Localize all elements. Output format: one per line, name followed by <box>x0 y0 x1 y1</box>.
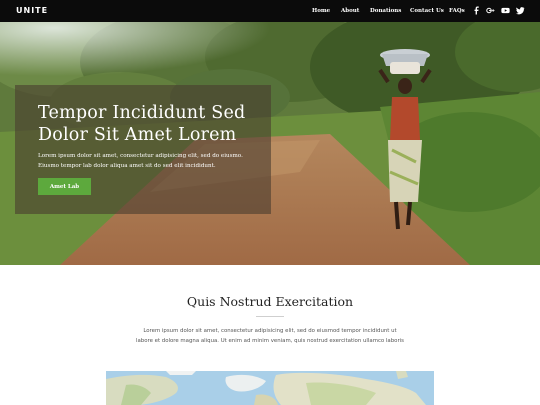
world-map[interactable] <box>106 371 434 405</box>
hero-description-line-2: Eiusmo tempor lab dolor aliqua amet sit … <box>38 163 216 169</box>
hero-title-line-1: Tempor Incididunt Sed <box>38 103 246 123</box>
section-description-line-1: Lorem ipsum dolor sit amet, consectetur … <box>143 328 397 334</box>
section-description-line-2: labore et dolore magna aliqua. Ut enim a… <box>136 338 404 344</box>
hero-cta-button[interactable]: Amet Lab <box>38 178 91 195</box>
brand-logo[interactable]: UNITE <box>16 6 48 15</box>
hero-description-line-1: Lorem ipsum dolor sit amet, consectetur … <box>38 153 243 159</box>
nav-faqs[interactable]: FAQs <box>449 8 465 14</box>
section-description: Lorem ipsum dolor sit amet, consectetur … <box>120 326 420 346</box>
hero-section: Tempor Incididunt Sed Dolor Sit Amet Lor… <box>0 22 540 265</box>
nav-about[interactable]: About <box>341 8 359 14</box>
hero-title-line-2: Dolor Sit Amet Lorem <box>38 125 237 145</box>
twitter-icon[interactable] <box>516 6 525 15</box>
facebook-icon[interactable] <box>472 6 481 15</box>
section-divider <box>256 316 284 317</box>
nav-donations[interactable]: Donations <box>370 8 401 14</box>
youtube-icon[interactable] <box>501 6 510 15</box>
google-plus-icon[interactable] <box>486 6 495 15</box>
nav-contact-us[interactable]: Contact Us <box>410 8 444 14</box>
map-graphic <box>106 371 434 405</box>
nav-home[interactable]: Home <box>312 8 330 14</box>
hero-title: Tempor Incididunt Sed Dolor Sit Amet Lor… <box>38 102 266 146</box>
hero-description: Lorem ipsum dolor sit amet, consectetur … <box>38 151 270 171</box>
hero-overlay-box: Tempor Incididunt Sed Dolor Sit Amet Lor… <box>15 85 271 214</box>
navbar: UNITE Home About Donations Contact Us FA… <box>0 0 540 22</box>
section-title: Quis Nostrud Exercitation <box>186 294 354 309</box>
